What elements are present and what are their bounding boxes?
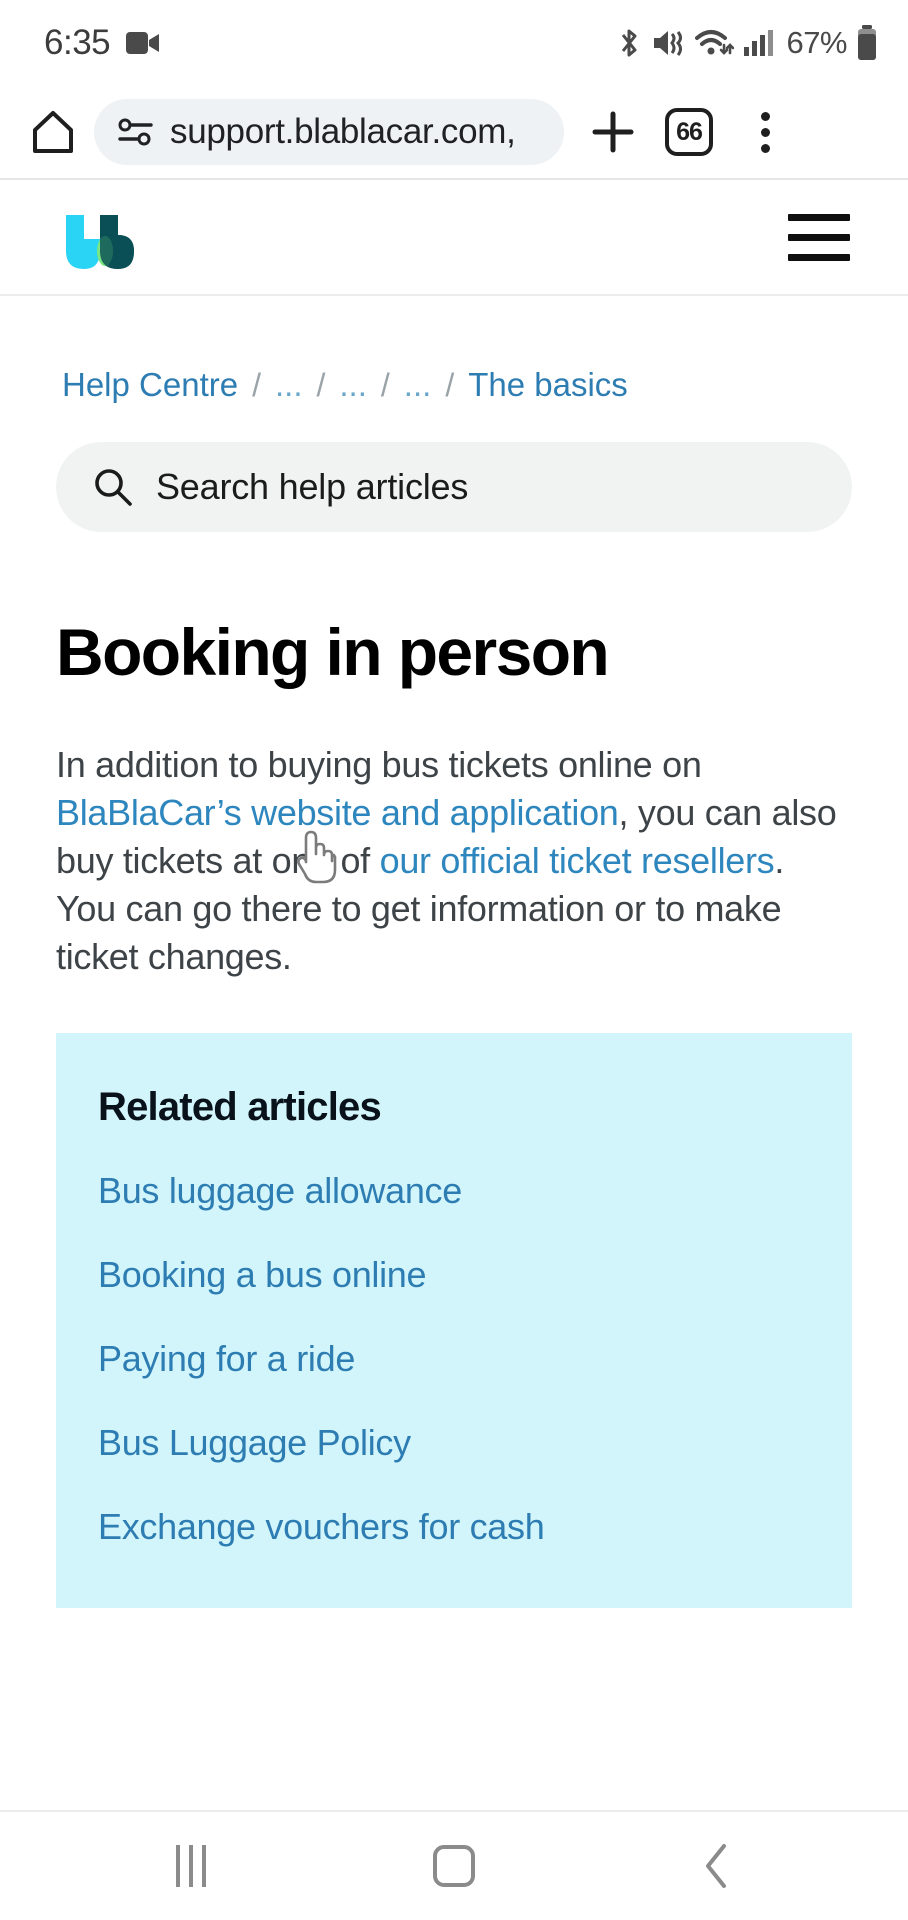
link-blablacar-website-and-application[interactable]: BlaBlaCar’s website and application — [56, 792, 619, 833]
list-item: Paying for a ride — [98, 1338, 810, 1380]
recents-icon — [176, 1845, 207, 1887]
home-icon — [29, 108, 77, 156]
browser-toolbar: support.blablacar.com, 66 — [0, 86, 908, 180]
battery-icon — [856, 25, 878, 61]
home-button[interactable] — [399, 1823, 509, 1909]
related-link-paying-for-a-ride[interactable]: Paying for a ride — [98, 1338, 355, 1379]
android-navigation-bar — [0, 1810, 908, 1920]
related-link-exchange-vouchers-for-cash[interactable]: Exchange vouchers for cash — [98, 1506, 545, 1547]
search-help-articles-box[interactable]: Search help articles — [56, 442, 852, 532]
breadcrumb-item-ellipsis-1[interactable]: ... — [275, 366, 303, 404]
site-header — [0, 180, 908, 296]
kebab-menu-icon — [760, 111, 770, 153]
related-articles-panel: Related articles Bus luggage allowance B… — [56, 1032, 852, 1608]
related-link-booking-a-bus-online[interactable]: Booking a bus online — [98, 1254, 427, 1295]
breadcrumb-item-help-centre[interactable]: Help Centre — [62, 366, 238, 404]
status-bar: 6:35 67% — [0, 0, 908, 86]
browser-home-button[interactable] — [22, 101, 84, 163]
breadcrumb-item-the-basics[interactable]: The basics — [468, 366, 628, 404]
wifi-icon — [694, 26, 735, 60]
page-title: Booking in person — [56, 615, 610, 689]
back-button[interactable] — [662, 1823, 772, 1909]
breadcrumb-item-ellipsis-2[interactable]: ... — [339, 366, 367, 404]
list-item: Exchange vouchers for cash — [98, 1506, 810, 1548]
home-square-icon — [432, 1845, 475, 1887]
hamburger-menu-icon[interactable] — [788, 210, 850, 264]
recents-button[interactable] — [136, 1823, 246, 1909]
breadcrumb-item-ellipsis-3[interactable]: ... — [404, 366, 432, 404]
list-item: Bus luggage allowance — [98, 1170, 810, 1212]
new-tab-button[interactable] — [580, 99, 646, 165]
status-time: 6:35 — [44, 23, 111, 62]
search-input[interactable]: Search help articles — [156, 466, 468, 508]
cellular-signal-icon — [743, 28, 774, 58]
related-link-bus-luggage-policy[interactable]: Bus Luggage Policy — [98, 1422, 411, 1463]
article-body-segment-1: In addition to buying bus tickets online… — [56, 744, 702, 786]
mute-vibrate-icon — [651, 26, 685, 60]
video-camera-icon — [126, 30, 160, 56]
breadcrumb-separator: / — [445, 366, 455, 403]
breadcrumb: Help Centre / ... / ... / ... / The basi… — [56, 296, 852, 404]
page-info-icon[interactable] — [118, 117, 154, 147]
breadcrumb-separator: / — [380, 366, 390, 403]
page-content: Help Centre / ... / ... / ... / The basi… — [0, 296, 908, 1810]
status-bar-right: 67% — [616, 25, 878, 61]
list-item: Booking a bus online — [98, 1254, 810, 1296]
status-bar-left: 6:35 — [44, 23, 160, 63]
browser-menu-button[interactable] — [732, 99, 798, 165]
breadcrumb-separator: / — [252, 366, 261, 403]
tab-switcher-button[interactable]: 66 — [656, 99, 722, 165]
article-body: In addition to buying bus tickets online… — [56, 741, 852, 980]
address-bar[interactable]: support.blablacar.com, — [94, 99, 564, 165]
related-articles-list: Bus luggage allowance Booking a bus onli… — [98, 1170, 810, 1548]
related-link-bus-luggage-allowance[interactable]: Bus luggage allowance — [98, 1170, 462, 1211]
list-item: Bus Luggage Policy — [98, 1422, 810, 1464]
address-bar-url: support.blablacar.com, — [170, 112, 516, 151]
battery-percent-label: 67% — [786, 25, 847, 60]
related-articles-title: Related articles — [98, 1084, 382, 1129]
back-chevron-icon — [700, 1842, 734, 1890]
link-official-ticket-resellers[interactable]: our official ticket resellers — [380, 840, 775, 881]
blablacar-logo[interactable] — [62, 201, 138, 273]
plus-icon — [590, 109, 636, 155]
bluetooth-icon — [616, 26, 642, 60]
breadcrumb-separator: / — [316, 366, 326, 403]
web-page: Help Centre / ... / ... / ... / The basi… — [0, 180, 908, 1810]
search-icon — [92, 466, 134, 508]
tab-count-label: 66 — [665, 108, 713, 156]
phone-screen: 6:35 67% support.blablacar.com, 66 Help … — [0, 0, 908, 1920]
